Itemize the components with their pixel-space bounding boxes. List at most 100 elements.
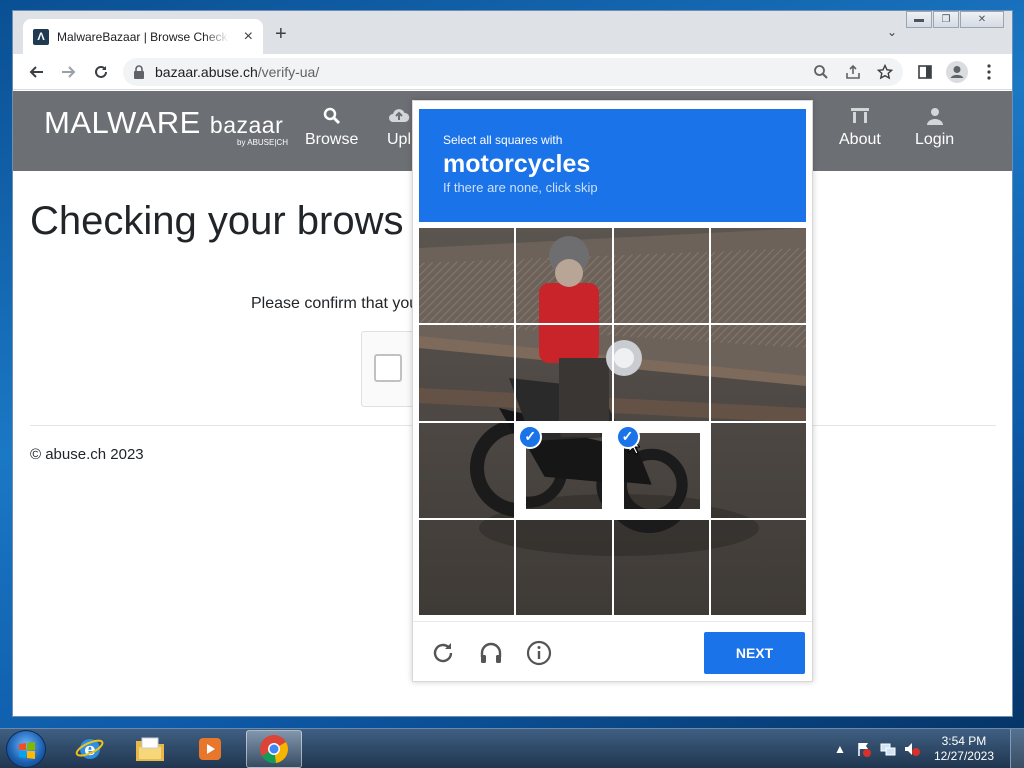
challenge-tile[interactable]: [419, 519, 515, 615]
windows-logo-icon: [19, 742, 35, 759]
minimize-icon[interactable]: ▬: [906, 11, 932, 28]
nav-about[interactable]: About: [839, 107, 881, 149]
tile-photo: [710, 422, 806, 518]
forward-icon[interactable]: [56, 60, 80, 84]
challenge-tile[interactable]: [613, 325, 709, 421]
nav-browse[interactable]: Browse: [305, 107, 358, 149]
nav-upload-label: Upl: [387, 131, 412, 148]
show-desktop-button[interactable]: [1010, 729, 1024, 768]
landmark-icon: [839, 107, 881, 127]
tile-image: [516, 519, 612, 615]
nav-login-label: Login: [915, 131, 955, 148]
challenge-tile[interactable]: [613, 519, 709, 615]
challenge-tile[interactable]: [710, 325, 806, 421]
copyright-text: © abuse.ch 2023: [30, 446, 144, 463]
tile-photo: [613, 519, 709, 615]
back-icon[interactable]: [25, 60, 49, 84]
challenge-tile[interactable]: ✓: [516, 422, 612, 518]
challenge-tile[interactable]: [710, 228, 806, 324]
tile-photo: [710, 519, 806, 615]
restore-icon[interactable]: ❐: [933, 11, 959, 28]
tile-photo: [613, 325, 709, 421]
tile-photo: [419, 228, 515, 324]
challenge-tile[interactable]: [419, 325, 515, 421]
volume-muted-icon[interactable]: [904, 741, 920, 757]
challenge-hint: If there are none, click skip: [443, 180, 598, 195]
tile-photo: [710, 228, 806, 324]
challenge-tile[interactable]: [516, 228, 612, 324]
captcha-checkbox[interactable]: [374, 354, 402, 382]
tile-photo: [516, 519, 612, 615]
selected-check-icon: ✓: [518, 424, 543, 449]
tile-image: [516, 228, 612, 324]
tile-image: [710, 228, 806, 324]
system-tray: ▲ 3:54 PM 12/27/2023: [832, 733, 994, 765]
nav-browse-label: Browse: [305, 131, 359, 148]
tile-photo: [710, 325, 806, 421]
logo-subtitle: by ABUSE|CH: [237, 138, 288, 147]
challenge-tile[interactable]: [419, 228, 515, 324]
action-center-flag-icon[interactable]: [856, 741, 872, 757]
refresh-icon[interactable]: [429, 639, 457, 667]
info-icon[interactable]: [525, 639, 553, 667]
window-close-icon[interactable]: ✕: [960, 11, 1004, 28]
media-player-icon[interactable]: [182, 730, 238, 768]
side-panel-icon[interactable]: [913, 60, 937, 84]
challenge-tile[interactable]: [710, 422, 806, 518]
challenge-instruction: Select all squares with: [443, 133, 563, 147]
new-tab-icon[interactable]: +: [275, 23, 287, 46]
user-icon: [915, 107, 954, 127]
cloud-upload-icon: [387, 107, 411, 127]
tab-close-icon[interactable]: ×: [244, 28, 253, 46]
tile-image: [613, 519, 709, 615]
challenge-header: Select all squares with motorcycles If t…: [419, 109, 806, 222]
menu-kebab-icon[interactable]: [977, 60, 1001, 84]
tab-search-chevron-icon[interactable]: ⌄: [887, 25, 897, 39]
browser-toolbar: bazaar.abuse.ch/verify-ua/: [13, 54, 1012, 90]
tile-photo: [613, 228, 709, 324]
chrome-taskbar-icon[interactable]: [246, 730, 302, 768]
reload-icon[interactable]: [89, 60, 113, 84]
challenge-tile[interactable]: [516, 325, 612, 421]
site-logo[interactable]: MALWARE bazaar: [44, 105, 283, 141]
tile-image: [710, 422, 806, 518]
tile-image: [613, 325, 709, 421]
zoom-search-icon[interactable]: [809, 60, 833, 84]
show-hidden-icons-icon[interactable]: ▲: [832, 741, 848, 757]
nav-upload[interactable]: Upl: [387, 107, 411, 149]
challenge-target: motorcycles: [443, 150, 591, 178]
url-host: bazaar.abuse.ch: [155, 64, 258, 80]
windows-taskbar: e ▲ 3:54 PM 12/27/2023: [0, 728, 1024, 768]
logo-light-text: bazaar: [209, 112, 284, 138]
tile-photo: [419, 422, 515, 518]
tile-image: [613, 228, 709, 324]
challenge-tile[interactable]: ✓: [613, 422, 709, 518]
browser-tab[interactable]: Λ MalwareBazaar | Browse Checking your b…: [23, 19, 263, 54]
tile-photo: [516, 325, 612, 421]
challenge-tile[interactable]: [419, 422, 515, 518]
audio-challenge-icon[interactable]: [477, 639, 505, 667]
challenge-tile[interactable]: [613, 228, 709, 324]
challenge-tile[interactable]: [710, 519, 806, 615]
nav-login[interactable]: Login: [915, 107, 954, 149]
tile-photo: [419, 325, 515, 421]
search-icon: [305, 107, 358, 127]
internet-explorer-icon[interactable]: e: [62, 730, 118, 768]
taskbar-clock[interactable]: 3:54 PM 12/27/2023: [934, 734, 994, 764]
start-button[interactable]: [6, 730, 46, 768]
challenge-tile[interactable]: [516, 519, 612, 615]
selected-check-icon: ✓: [615, 424, 640, 449]
file-explorer-icon[interactable]: [122, 730, 178, 768]
share-icon[interactable]: [841, 60, 865, 84]
profile-avatar-icon[interactable]: [945, 60, 969, 84]
tile-image: [419, 325, 515, 421]
bookmark-star-icon[interactable]: [873, 60, 897, 84]
nav-about-label: About: [839, 131, 881, 148]
tile-image: [419, 519, 515, 615]
url-path: /verify-ua/: [257, 64, 320, 80]
address-bar[interactable]: bazaar.abuse.ch/verify-ua/: [123, 58, 903, 86]
next-button[interactable]: NEXT: [704, 632, 805, 674]
tile-image: [516, 325, 612, 421]
lock-icon: [134, 65, 144, 79]
network-icon[interactable]: [880, 741, 896, 757]
